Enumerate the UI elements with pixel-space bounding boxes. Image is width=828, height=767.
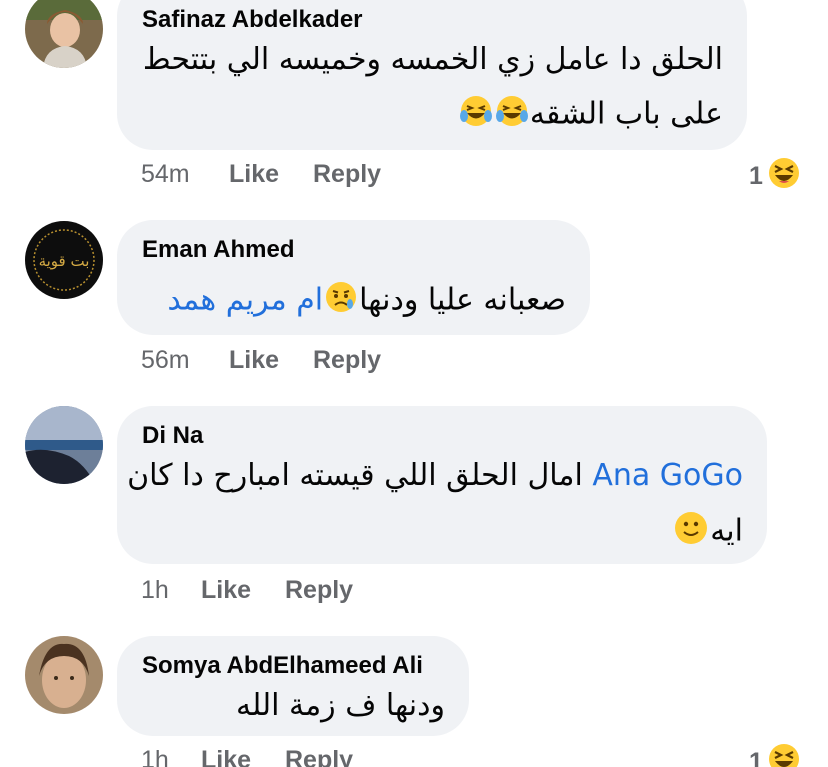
reply-button[interactable]: Reply — [285, 746, 353, 767]
comment-author[interactable]: Somya AbdElhameed Ali — [142, 652, 423, 680]
svg-text:بت قوية: بت قوية — [39, 252, 90, 270]
sad-face-icon — [324, 280, 358, 322]
mention-link[interactable]: Ana GoGo — [592, 458, 743, 493]
comment-bubble: Somya AbdElhameed Ali ودنها ف زمة الله — [117, 636, 469, 736]
slight-smile-icon — [673, 510, 709, 554]
comment-bubble: Safinaz Abdelkader الحلق دا عامل زي الخم… — [117, 0, 747, 150]
comment-text: صعبانه عليا ودنهاام مريم همد — [167, 280, 566, 322]
mention-link[interactable]: ام مريم همد — [167, 283, 323, 318]
like-button[interactable]: Like — [201, 746, 285, 767]
avatar-eman[interactable]: بت قوية — [25, 221, 103, 299]
avatar-somya[interactable] — [25, 636, 103, 714]
laughing-tears-icon — [495, 94, 529, 136]
comment-text: Ana GoGo امال الحلق اللي قيسته امبارح دا… — [127, 458, 743, 493]
comment-actions: 1h Like Reply — [141, 746, 353, 767]
comment-actions: 56m Like Reply — [141, 346, 381, 375]
like-button[interactable]: Like — [229, 160, 313, 189]
comment-actions: 1h Like Reply — [141, 576, 353, 605]
avatar-safinaz[interactable] — [25, 0, 103, 68]
reaction-summary[interactable]: 1 — [749, 742, 801, 767]
reaction-summary[interactable]: 1 — [749, 156, 801, 197]
laughing-tears-icon — [459, 94, 493, 136]
comment-bubble: Di Na Ana GoGo امال الحلق اللي قيسته امب… — [117, 406, 767, 564]
comment-actions: 54m Like Reply — [141, 160, 381, 189]
reaction-count: 1 — [749, 162, 763, 190]
laughing-squint-icon — [767, 156, 801, 197]
comment-author[interactable]: Safinaz Abdelkader — [142, 6, 363, 34]
comment-text: الحلق دا عامل زي الخمسه وخميسه الي بتتحط — [142, 42, 723, 77]
reply-button[interactable]: Reply — [313, 346, 381, 375]
laughing-squint-icon — [767, 742, 801, 767]
comment-time[interactable]: 54m — [141, 160, 229, 189]
comment-text-line2: ايه — [672, 510, 743, 554]
like-button[interactable]: Like — [201, 576, 285, 605]
comment-bubble: Eman Ahmed صعبانه عليا ودنهاام مريم همد — [117, 220, 590, 335]
reaction-count: 1 — [749, 748, 763, 767]
comment-time[interactable]: 1h — [141, 746, 201, 767]
comment-text-line2: على باب الشقه — [458, 94, 723, 136]
avatar-di-na[interactable] — [25, 406, 103, 484]
comment-author[interactable]: Di Na — [142, 422, 203, 450]
comment-text: ودنها ف زمة الله — [235, 688, 445, 723]
comments-thread: Safinaz Abdelkader الحلق دا عامل زي الخم… — [0, 0, 828, 767]
comment-time[interactable]: 56m — [141, 346, 229, 375]
comment-author[interactable]: Eman Ahmed — [142, 236, 294, 264]
reply-button[interactable]: Reply — [285, 576, 353, 605]
reply-button[interactable]: Reply — [313, 160, 381, 189]
like-button[interactable]: Like — [229, 346, 313, 375]
comment-time[interactable]: 1h — [141, 576, 201, 605]
